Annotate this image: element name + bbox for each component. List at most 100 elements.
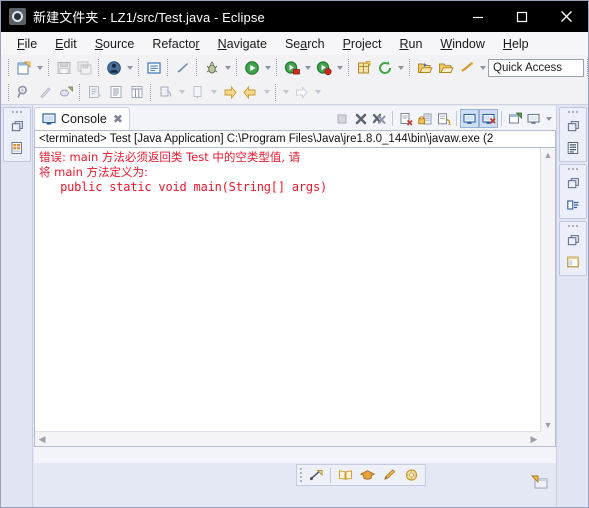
column-icon[interactable] <box>126 82 147 103</box>
pin-icon[interactable] <box>187 82 208 103</box>
fastview-grip[interactable] <box>560 222 586 229</box>
scroll-lock-icon[interactable] <box>415 109 434 128</box>
scroll-left-arrow[interactable]: ◀ <box>35 432 49 446</box>
refresh-icon[interactable] <box>374 57 395 78</box>
task-list-icon[interactable] <box>560 194 586 216</box>
menu-window[interactable]: Window <box>431 35 493 53</box>
menu-project[interactable]: Project <box>334 35 391 53</box>
previous-edit-icon[interactable] <box>84 82 105 103</box>
menu-search[interactable]: Search <box>276 35 334 53</box>
new-wizard-icon[interactable] <box>13 57 34 78</box>
close-button[interactable] <box>544 1 588 32</box>
menu-help[interactable]: Help <box>494 35 538 53</box>
run-icon[interactable] <box>241 57 262 78</box>
external-dropdown[interactable] <box>302 57 313 78</box>
toolbar-separator <box>409 59 411 76</box>
open-type-icon[interactable] <box>143 57 164 78</box>
toggle-breadcrumb-icon[interactable] <box>172 57 193 78</box>
package-explorer-icon[interactable] <box>4 137 30 159</box>
next-dropdown[interactable] <box>312 82 323 103</box>
menu-edit[interactable]: Edit <box>46 35 86 53</box>
pencil-icon[interactable] <box>378 465 400 485</box>
left-fast-view-bar <box>1 105 33 507</box>
restore-icon[interactable] <box>560 229 586 251</box>
show-console-on-error-icon[interactable] <box>479 109 498 128</box>
open-folder-icon[interactable] <box>414 57 435 78</box>
forward-icon[interactable] <box>219 82 240 103</box>
next-arrow-icon[interactable] <box>291 82 312 103</box>
tray-grip[interactable] <box>300 468 302 482</box>
properties-view-icon[interactable] <box>560 251 586 273</box>
back-dropdown[interactable] <box>261 82 272 103</box>
minimize-button[interactable] <box>456 1 500 32</box>
tab-console-label: Console <box>61 112 107 126</box>
minimized-view-icon[interactable] <box>529 473 551 493</box>
search-icon[interactable] <box>13 82 34 103</box>
run-dropdown[interactable] <box>262 57 273 78</box>
restore-icon[interactable] <box>560 115 586 137</box>
console-output-area[interactable]: 错误: main 方法必须返回类 Test 中的空类型值, 请 将 main 方… <box>34 147 556 447</box>
coverage-dropdown[interactable] <box>334 57 345 78</box>
debug-dropdown[interactable] <box>222 57 233 78</box>
quick-access-input[interactable]: Quick Access <box>488 58 584 77</box>
toolbar-separator <box>48 59 50 76</box>
show-whitespace-icon[interactable] <box>105 82 126 103</box>
back-icon[interactable] <box>240 82 261 103</box>
open-project-icon[interactable] <box>435 57 456 78</box>
window-title: 新建文件夹 - LZ1/src/Test.java - Eclipse <box>33 10 265 25</box>
menu-run[interactable]: Run <box>390 35 431 53</box>
fastview-grip[interactable] <box>560 165 586 172</box>
restore-icon[interactable] <box>560 172 586 194</box>
menu-refactor[interactable]: Refactor <box>143 35 208 53</box>
main-toolbar-row-1: Quick Access <box>1 55 588 80</box>
scroll-up-arrow[interactable]: ▲ <box>541 148 555 162</box>
pin-console-icon[interactable] <box>505 109 524 128</box>
close-tab-icon[interactable]: ✖ <box>113 113 123 125</box>
skip-breakpoints-icon[interactable] <box>456 57 477 78</box>
remove-launch-icon[interactable] <box>351 109 370 128</box>
open-console-dropdown[interactable] <box>543 108 554 129</box>
scroll-right-arrow[interactable]: ▶ <box>527 432 541 446</box>
restore-icon[interactable] <box>4 115 30 137</box>
gear-wheel-icon[interactable] <box>400 465 422 485</box>
next-annotation-icon[interactable] <box>55 82 76 103</box>
fastview-grip[interactable] <box>4 108 30 115</box>
fastview-grip[interactable] <box>560 108 586 115</box>
remove-all-terminated-icon[interactable] <box>370 109 389 128</box>
new-package-icon[interactable] <box>353 57 374 78</box>
link-icon[interactable] <box>155 82 176 103</box>
tab-console[interactable]: Console ✖ <box>34 107 130 130</box>
annotation-icon[interactable] <box>34 82 55 103</box>
debug-icon[interactable] <box>201 57 222 78</box>
clear-console-icon[interactable] <box>396 109 415 128</box>
console-vertical-scrollbar[interactable]: ▲ ▼ <box>540 148 555 432</box>
menu-navigate[interactable]: Navigate <box>209 35 276 53</box>
maximize-button[interactable] <box>500 1 544 32</box>
run-external-tools-icon[interactable] <box>281 57 302 78</box>
pin-dropdown[interactable] <box>208 82 219 103</box>
coverage-icon[interactable] <box>313 57 334 78</box>
title-bar: 新建文件夹 - LZ1/src/Test.java - Eclipse <box>1 1 588 32</box>
console-output-text: 错误: main 方法必须返回类 Test 中的空类型值, 请 将 main 方… <box>39 150 539 195</box>
restore-minimized-icon[interactable] <box>305 465 327 485</box>
cheat-sheet-icon[interactable] <box>356 465 378 485</box>
new-wizard-dropdown[interactable] <box>34 57 45 78</box>
toolbar-separator <box>456 111 457 126</box>
help-book-icon[interactable] <box>334 465 356 485</box>
scroll-down-arrow[interactable]: ▼ <box>541 418 555 432</box>
skip-dropdown[interactable] <box>477 57 488 78</box>
refresh-dropdown[interactable] <box>395 57 406 78</box>
toolbar-separator <box>275 83 277 101</box>
word-wrap-icon[interactable] <box>434 109 453 128</box>
menu-file[interactable]: File <box>8 35 46 53</box>
forward2-dropdown[interactable] <box>280 82 291 103</box>
new-java-class-icon[interactable] <box>103 57 124 78</box>
menu-source[interactable]: Source <box>86 35 144 53</box>
console-line: public static void main(String[] args) <box>39 180 328 194</box>
link-dropdown[interactable] <box>176 82 187 103</box>
outline-icon[interactable] <box>560 137 586 159</box>
show-console-on-output-icon[interactable] <box>460 109 479 128</box>
display-selected-console-icon[interactable] <box>524 109 543 128</box>
console-horizontal-scrollbar[interactable]: ◀ ▶ <box>35 431 541 446</box>
new-class-dropdown[interactable] <box>124 57 135 78</box>
